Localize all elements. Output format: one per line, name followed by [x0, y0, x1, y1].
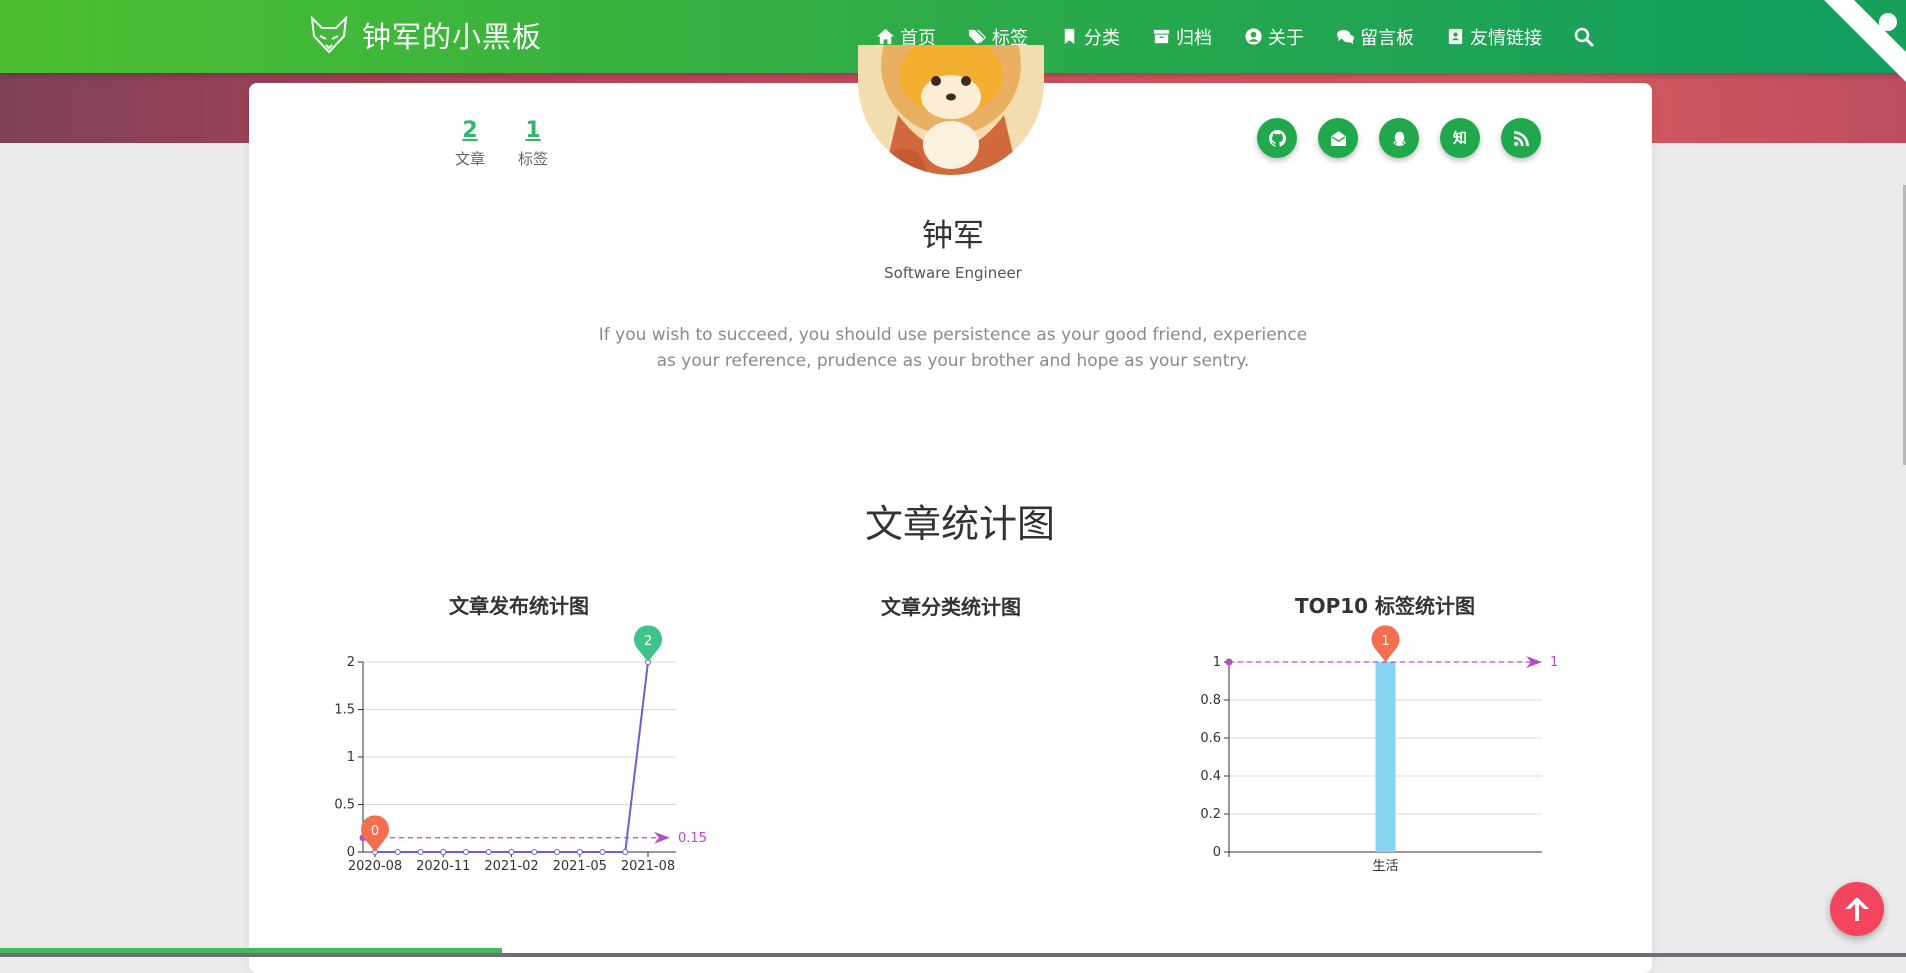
data-point — [622, 849, 629, 855]
x-tick-label: 生活 — [1372, 859, 1398, 874]
category-pie-chart — [780, 620, 1120, 880]
arrow-up-icon — [1845, 897, 1869, 921]
stat-tags-count[interactable]: 1 — [503, 118, 563, 143]
tags-icon — [968, 29, 987, 45]
x-tick-label: 2021-05 — [553, 859, 607, 874]
nav-label: 留言板 — [1360, 27, 1414, 49]
y-tick-label: 1 — [1213, 655, 1221, 670]
average-label: 1 — [1550, 655, 1558, 670]
chart-title-categories: 文章分类统计图 — [881, 595, 1021, 619]
average-start-dot — [1225, 658, 1233, 666]
min-pin-label: 0 — [371, 824, 379, 839]
nav-label: 关于 — [1268, 27, 1304, 49]
y-tick-label: 0 — [347, 845, 355, 860]
data-point — [554, 849, 560, 855]
post-publish-line-chart: 00.511.522020-08 2020-11 2021-02 2021-05 202… — [334, 625, 707, 874]
nav-item-archive[interactable]: 归档 — [1152, 24, 1212, 50]
stat-articles-count[interactable]: 2 — [440, 118, 500, 143]
social-links: 知 — [1257, 118, 1562, 158]
archive-icon — [1153, 29, 1170, 44]
y-tick-label: 2 — [347, 655, 355, 670]
x-tick-label: 2020-08 — [348, 859, 402, 874]
nav-label: 友情链接 — [1470, 27, 1542, 49]
nav-item-friend-links[interactable]: 友情链接 — [1446, 24, 1542, 50]
data-point — [394, 849, 401, 855]
x-tick-label: 2021-02 — [484, 859, 538, 874]
nav-label: 分类 — [1084, 27, 1120, 49]
profile-name: 钟军 — [922, 218, 984, 254]
mail-link[interactable] — [1318, 118, 1358, 158]
nav-item-guestbook[interactable]: 留言板 — [1336, 24, 1414, 50]
bar — [1375, 662, 1396, 852]
rss-icon — [1513, 130, 1529, 146]
site-name: 钟军的小黑板 — [362, 20, 543, 54]
profile-quote: If you wish to succeed, you should use p… — [598, 325, 1308, 371]
y-tick-label: 0.5 — [334, 798, 355, 813]
fox-logo-icon — [310, 15, 348, 54]
comments-icon — [1336, 29, 1355, 45]
nav-item-categories[interactable]: 分类 — [1060, 24, 1120, 50]
mail-icon — [1330, 130, 1346, 146]
min-pin: 0 — [361, 815, 389, 852]
profile-job-title: Software Engineer — [884, 264, 1022, 282]
site-brand[interactable]: 钟军的小黑板 — [308, 14, 542, 56]
x-tick-label: 2020-11 — [416, 859, 470, 874]
average-label: 0.15 — [678, 831, 707, 846]
data-point — [463, 849, 469, 855]
search-button[interactable] — [1574, 27, 1599, 47]
nav-item-about[interactable]: 关于 — [1244, 24, 1304, 50]
data-point — [485, 849, 492, 855]
github-icon — [1268, 129, 1286, 147]
stat-articles-label: 文章 — [454, 150, 485, 168]
github-link[interactable] — [1257, 118, 1297, 158]
qq-icon — [1392, 131, 1406, 146]
user-circle-icon — [1245, 28, 1262, 45]
top10-tags-bar-chart: 0 0.2 0.4 0.6 0.8 1 生活 1 1 — [1200, 625, 1558, 874]
data-point — [599, 849, 606, 855]
search-icon — [1574, 27, 1594, 46]
data-point — [576, 849, 583, 855]
zhihu-icon: 知 — [1453, 131, 1467, 147]
stat-tags-label: 标签 — [517, 150, 548, 168]
max-pin-label: 1 — [1381, 634, 1389, 649]
section-title: 文章统计图 — [864, 502, 1055, 546]
data-point — [531, 849, 538, 855]
x-tick-label: 2021-08 — [621, 859, 675, 874]
home-icon — [876, 28, 895, 45]
y-tick-label: 1 — [347, 750, 355, 765]
back-to-top-button[interactable] — [1830, 882, 1884, 936]
stat-tags[interactable]: 1 标签 — [503, 118, 563, 169]
y-tick-label: 0.2 — [1200, 807, 1221, 822]
y-tick-label: 0.8 — [1200, 693, 1221, 708]
data-point — [440, 849, 447, 855]
stat-articles[interactable]: 2 文章 — [440, 118, 500, 169]
y-tick-label: 0.4 — [1200, 769, 1221, 784]
max-pin-label: 2 — [644, 634, 652, 649]
rss-link[interactable] — [1501, 118, 1541, 158]
qq-link[interactable] — [1379, 118, 1419, 158]
y-tick-label: 0 — [1213, 845, 1221, 860]
average-arrow — [654, 831, 670, 844]
data-point — [508, 849, 515, 855]
max-pin: 1 — [1371, 625, 1400, 662]
nav-label: 归档 — [1176, 27, 1212, 49]
github-corner-icon[interactable] — [1824, 0, 1906, 82]
address-card-icon — [1448, 28, 1463, 45]
max-pin: 2 — [634, 625, 662, 662]
zhihu-link[interactable]: 知 — [1440, 118, 1480, 158]
data-point — [417, 849, 424, 855]
y-tick-label: 0.6 — [1200, 731, 1221, 746]
bookmark-icon — [1064, 28, 1075, 45]
y-tick-label: 1.5 — [334, 703, 355, 718]
taskbar-edge — [0, 953, 1906, 957]
